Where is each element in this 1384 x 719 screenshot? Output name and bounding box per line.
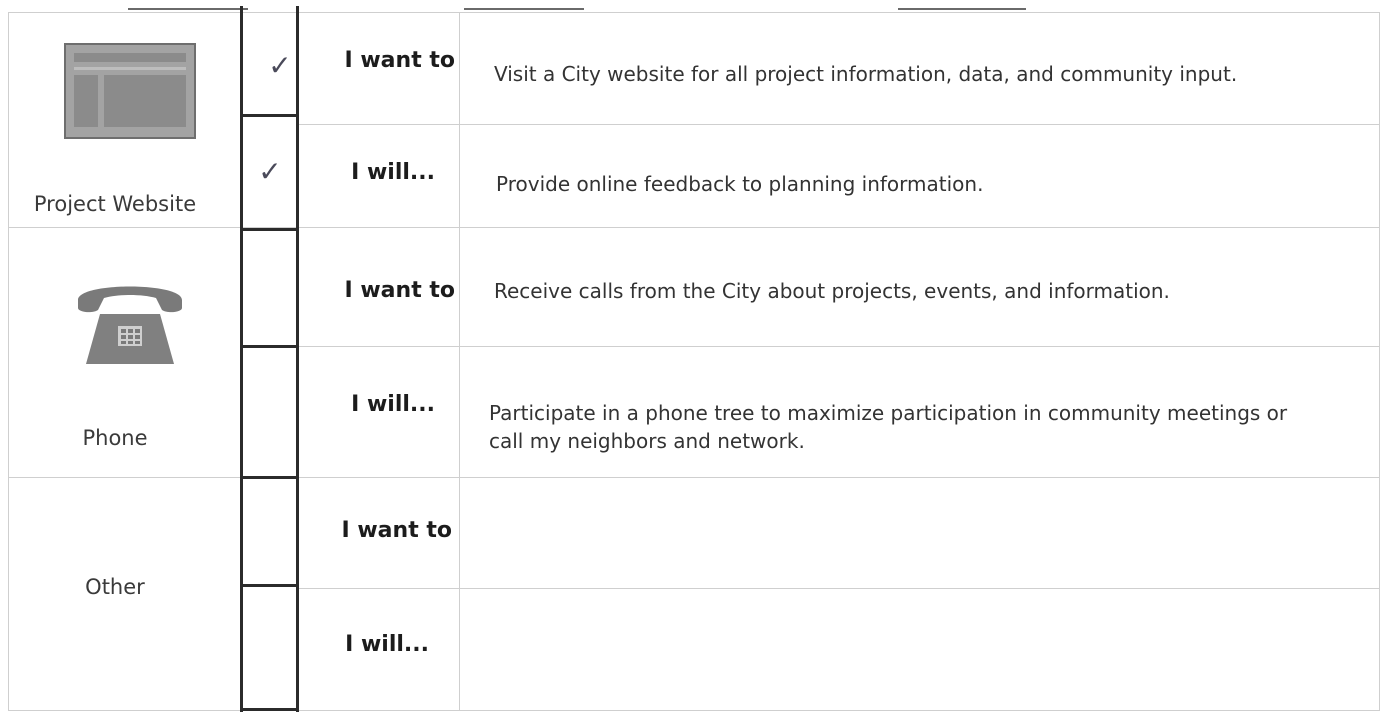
column-divider [459, 12, 460, 710]
category-label-phone: Phone [82, 426, 148, 450]
table-border-top [8, 12, 1380, 13]
table-border-left [8, 12, 9, 710]
row-description: Participate in a phone tree to maximize … [489, 401, 1288, 453]
scan-mark [464, 8, 584, 10]
checkbox-row-5[interactable] [243, 479, 296, 584]
scan-mark [128, 8, 248, 10]
action-label: I want to [344, 48, 455, 73]
scan-mark [898, 8, 1026, 10]
phone-icon [78, 286, 182, 364]
action-label: I will... [345, 632, 429, 657]
action-label: I will... [351, 160, 435, 185]
checkbox-column-right [296, 6, 299, 712]
checkmark-icon [253, 271, 287, 305]
category-label-other: Other [85, 575, 145, 599]
checkbox-row-1[interactable]: ✓ [243, 9, 296, 114]
checkmark-icon: ✓ [268, 49, 292, 82]
row-description: Visit a City website for all project inf… [494, 62, 1238, 86]
checkmark-icon [253, 515, 287, 549]
row-description: Provide online feedback to planning info… [496, 172, 984, 196]
action-label: I will... [351, 392, 435, 417]
website-icon [64, 43, 196, 139]
table-border-bottom [8, 710, 1380, 711]
row-divider [8, 477, 1380, 478]
engagement-preference-form: ✓ ✓ Project Website Phone Other I want t… [0, 0, 1384, 719]
row-description: Receive calls from the City about projec… [494, 279, 1170, 303]
checkbox-row-3[interactable] [243, 231, 296, 345]
row-divider [8, 227, 1380, 228]
checkbox-divider [240, 708, 299, 711]
action-label: I want to [341, 518, 452, 543]
table-border-right [1379, 12, 1380, 710]
category-label-project-website: Project Website [33, 192, 197, 216]
action-label: I want to [344, 278, 455, 303]
